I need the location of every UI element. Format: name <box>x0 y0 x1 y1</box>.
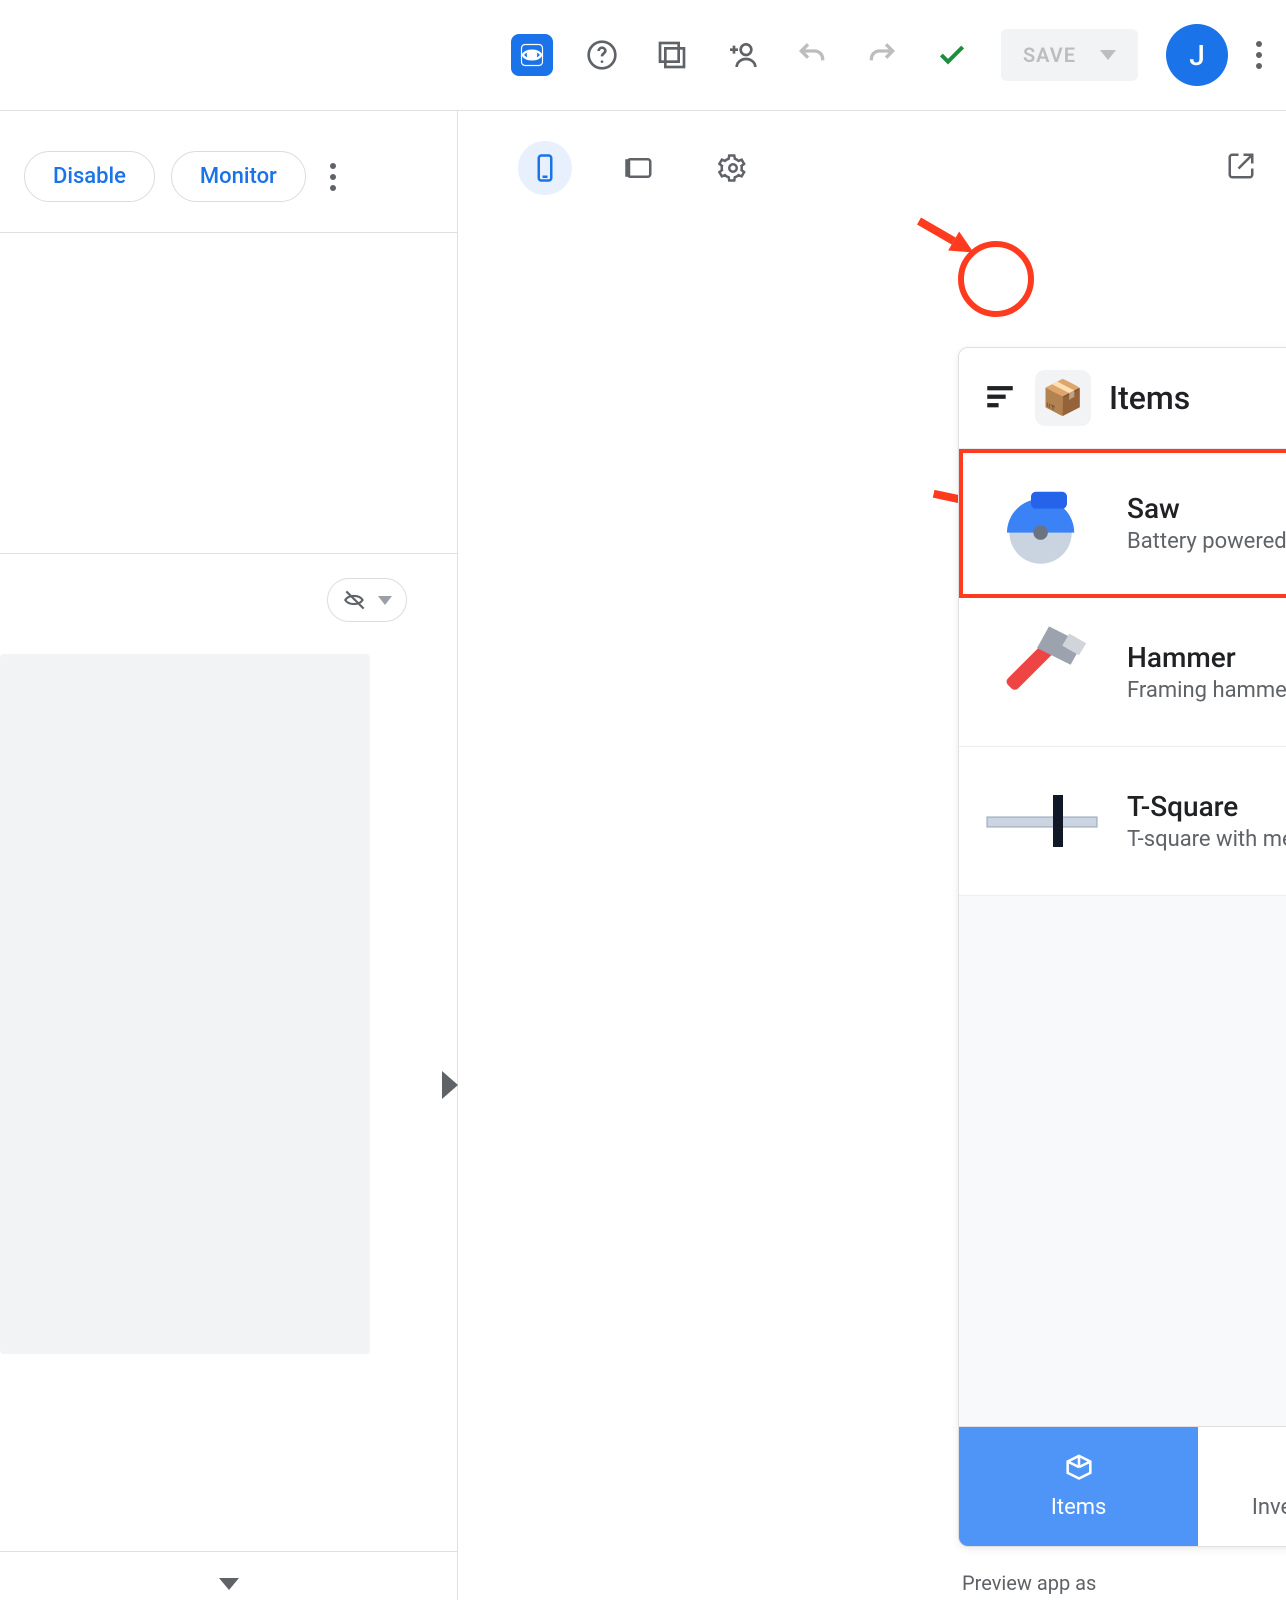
left-overflow-icon[interactable] <box>330 163 336 191</box>
save-button: SAVE <box>1001 29 1138 81</box>
visibility-chip[interactable] <box>327 578 407 622</box>
sort-icon[interactable] <box>983 379 1017 417</box>
help-icon[interactable] <box>581 34 623 76</box>
right-panel: 📦 Items Saw Battery pow <box>458 111 1286 1600</box>
item-list: Saw Battery powered circular saw Hammer … <box>959 449 1286 1426</box>
app-title: Items <box>1109 379 1286 417</box>
avatar-initial: J <box>1189 39 1205 72</box>
save-button-label: SAVE <box>1023 43 1076 67</box>
redo-icon[interactable] <box>861 34 903 76</box>
overflow-menu-icon[interactable] <box>1256 41 1262 69</box>
layers-icon[interactable] <box>651 34 693 76</box>
tab-inventory-log[interactable]: Inventory Log <box>1198 1427 1286 1546</box>
item-thumb-hammer-icon <box>983 622 1103 722</box>
add-user-icon[interactable] <box>721 34 763 76</box>
list-item[interactable]: Saw Battery powered circular saw <box>959 449 1286 598</box>
disable-button[interactable]: Disable <box>24 151 155 202</box>
expand-toggle-icon[interactable] <box>219 1578 239 1590</box>
undo-icon[interactable] <box>791 34 833 76</box>
left-panel: Disable Monitor <box>0 111 458 1600</box>
annotation-ring <box>958 241 1034 317</box>
open-external-icon[interactable] <box>1226 151 1256 185</box>
item-subtitle: Battery powered circular saw <box>1127 529 1286 554</box>
preview-header: 📦 Items <box>959 348 1286 448</box>
device-switch-bar <box>458 127 1286 219</box>
visibility-off-icon <box>342 587 368 613</box>
chevron-down-icon <box>378 596 392 605</box>
check-icon[interactable] <box>931 34 973 76</box>
tab-label: Items <box>1051 1495 1107 1520</box>
phone-preview: 📦 Items Saw Battery pow <box>958 347 1286 1547</box>
item-subtitle: Framing hammer <box>1127 678 1286 703</box>
list-item[interactable]: T-Square T-square with metric ruler <box>959 747 1286 896</box>
bottom-tabs: Items Inventory Log Levels <box>959 1426 1286 1546</box>
panel-resize-grip[interactable] <box>442 1071 458 1099</box>
item-title: Hammer <box>1127 641 1286 674</box>
preview-as-label: Preview app as <box>962 1571 1096 1595</box>
config-panel-placeholder <box>0 654 370 1354</box>
item-title: Saw <box>1127 492 1286 525</box>
tab-items[interactable]: Items <box>959 1427 1198 1546</box>
app-icon: 📦 <box>1035 370 1091 426</box>
monitor-button[interactable]: Monitor <box>171 151 306 202</box>
list-item[interactable]: Hammer Framing hammer <box>959 598 1286 747</box>
save-caret-icon <box>1100 50 1116 60</box>
item-thumb-saw-icon <box>983 473 1103 573</box>
device-tablet-button[interactable] <box>612 141 666 195</box>
item-subtitle: T-square with metric ruler <box>1127 827 1286 852</box>
device-settings-button[interactable] <box>706 141 760 195</box>
tab-label: Inventory Log <box>1252 1495 1286 1520</box>
device-phone-button[interactable] <box>518 141 572 195</box>
item-thumb-tsquare-icon <box>983 771 1103 871</box>
top-toolbar: SAVE J <box>0 0 1286 110</box>
item-title: T-Square <box>1127 790 1286 823</box>
avatar[interactable]: J <box>1166 24 1228 86</box>
preview-toggle-icon[interactable] <box>511 34 553 76</box>
